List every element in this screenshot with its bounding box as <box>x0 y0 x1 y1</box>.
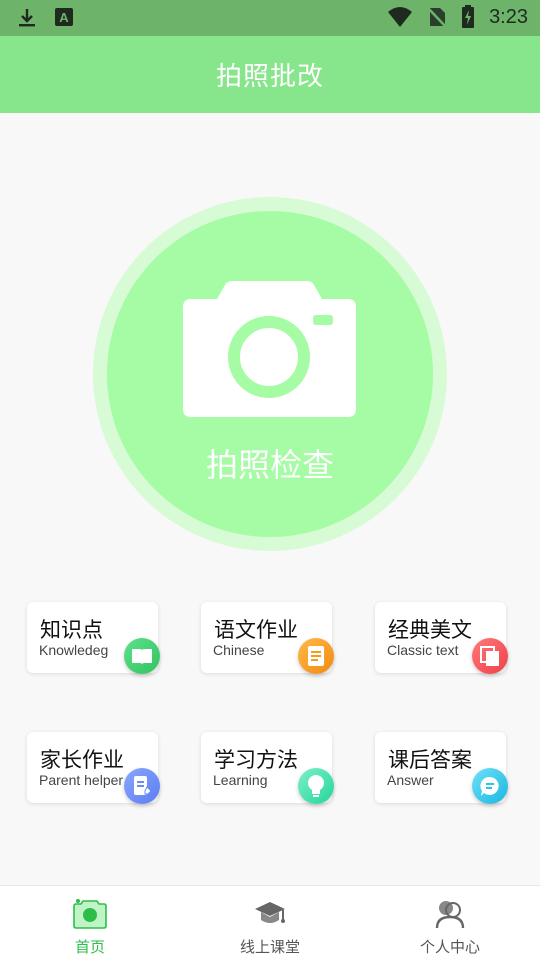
user-icon <box>435 901 465 929</box>
card-knowledge[interactable]: 知识点 Knowledeg <box>27 602 160 674</box>
card-after-class-answer[interactable]: 课后答案 Answer <box>375 732 508 804</box>
card-title: 知识点 <box>40 618 103 642</box>
bottom-navigation: 首页 线上课堂 个人中心 <box>0 885 540 961</box>
card-parent-helper[interactable]: 家长作业 Parent helper <box>27 732 160 804</box>
chat-icon <box>472 768 508 804</box>
lightbulb-icon <box>298 768 334 804</box>
wifi-icon <box>388 7 413 27</box>
card-title: 课后答案 <box>388 748 472 772</box>
card-title: 语文作业 <box>214 618 298 642</box>
nav-online-class-label: 线上课堂 <box>239 938 300 956</box>
book-icon <box>124 638 160 674</box>
download-icon <box>19 9 35 27</box>
status-time: 3:23 <box>489 5 528 28</box>
status-bar: A 3:23 <box>0 0 540 36</box>
camera-icon <box>183 281 356 417</box>
note-icon <box>298 638 334 674</box>
graduation-cap-icon <box>255 902 285 923</box>
documents-icon <box>472 638 508 674</box>
page-title: 拍照批改 <box>215 62 324 92</box>
a11y-app-icon: A <box>55 8 73 26</box>
card-title: 学习方法 <box>214 748 298 772</box>
svg-text:A: A <box>59 10 69 25</box>
nav-profile-label: 个人中心 <box>419 938 480 956</box>
card-title: 经典美文 <box>388 618 472 642</box>
nav-home[interactable]: 首页 <box>0 886 180 961</box>
card-title: 家长作业 <box>40 748 124 772</box>
battery-charging-icon <box>462 5 475 28</box>
edit-doc-icon <box>124 768 160 804</box>
nav-online-class[interactable]: 线上课堂 <box>180 886 360 961</box>
app-bar: 拍照批改 <box>0 36 540 113</box>
no-sim-icon <box>427 7 447 28</box>
nav-home-label: 首页 <box>74 938 105 956</box>
camera-icon <box>73 899 107 929</box>
nav-profile[interactable]: 个人中心 <box>360 886 540 961</box>
card-classic-text[interactable]: 经典美文 Classic text <box>375 602 508 674</box>
card-learning-method[interactable]: 学习方法 Learning <box>201 732 334 804</box>
card-chinese-homework[interactable]: 语文作业 Chinese <box>201 602 334 674</box>
camera-check-label: 拍照检查 <box>205 446 334 484</box>
